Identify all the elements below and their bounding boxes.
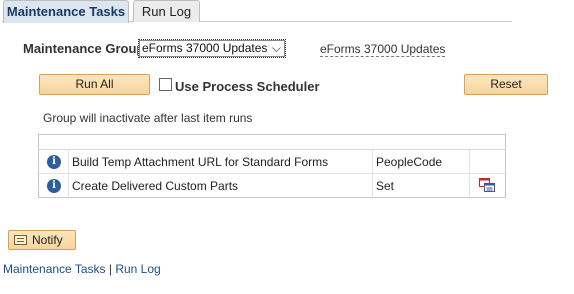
maintenance-group-selected-value: eForms 37000 Updates <box>142 41 268 55</box>
footer-separator: | <box>105 262 116 276</box>
task-description: Build Temp Attachment URL for Standard F… <box>69 150 373 174</box>
task-description: Create Delivered Custom Parts <box>69 174 373 198</box>
table-row: i Create Delivered Custom Parts Set <box>39 174 505 198</box>
reset-button[interactable]: Reset <box>464 74 548 95</box>
task-action-cell <box>470 174 505 198</box>
maintenance-group-select[interactable]: eForms 37000 Updates ⌵ <box>138 39 286 58</box>
use-process-scheduler-checkbox[interactable] <box>159 78 172 91</box>
custom-parts-icon[interactable] <box>479 178 495 193</box>
task-type: PeopleCode <box>373 150 470 174</box>
tab-run-log[interactable]: Run Log <box>133 0 200 22</box>
notify-icon <box>14 235 27 245</box>
task-action-cell <box>470 150 505 174</box>
chevron-down-icon: ⌵ <box>271 41 281 55</box>
grid-header <box>39 135 505 150</box>
maintenance-group-label: Maintenance Group <box>23 41 145 56</box>
use-process-scheduler-label: Use Process Scheduler <box>175 79 320 94</box>
notify-label: Notify <box>32 233 63 247</box>
inactivate-note: Group will inactivate after last item ru… <box>43 111 253 125</box>
tasks-grid: i Build Temp Attachment URL for Standard… <box>38 134 506 198</box>
info-icon[interactable]: i <box>47 155 61 169</box>
info-cell: i <box>39 150 69 174</box>
tab-maintenance-tasks[interactable]: Maintenance Tasks <box>3 0 129 23</box>
footer-link-maintenance-tasks[interactable]: Maintenance Tasks <box>3 262 106 276</box>
notify-button[interactable]: Notify <box>8 230 76 250</box>
info-icon[interactable]: i <box>47 179 61 193</box>
footer-links: Maintenance Tasks | Run Log <box>3 262 161 276</box>
run-all-button[interactable]: Run All <box>39 74 150 95</box>
task-type: Set <box>373 174 470 198</box>
info-cell: i <box>39 174 69 198</box>
maintenance-group-description: eForms 37000 Updates <box>320 42 446 57</box>
table-row: i Build Temp Attachment URL for Standard… <box>39 150 505 174</box>
footer-link-run-log[interactable]: Run Log <box>115 262 160 276</box>
